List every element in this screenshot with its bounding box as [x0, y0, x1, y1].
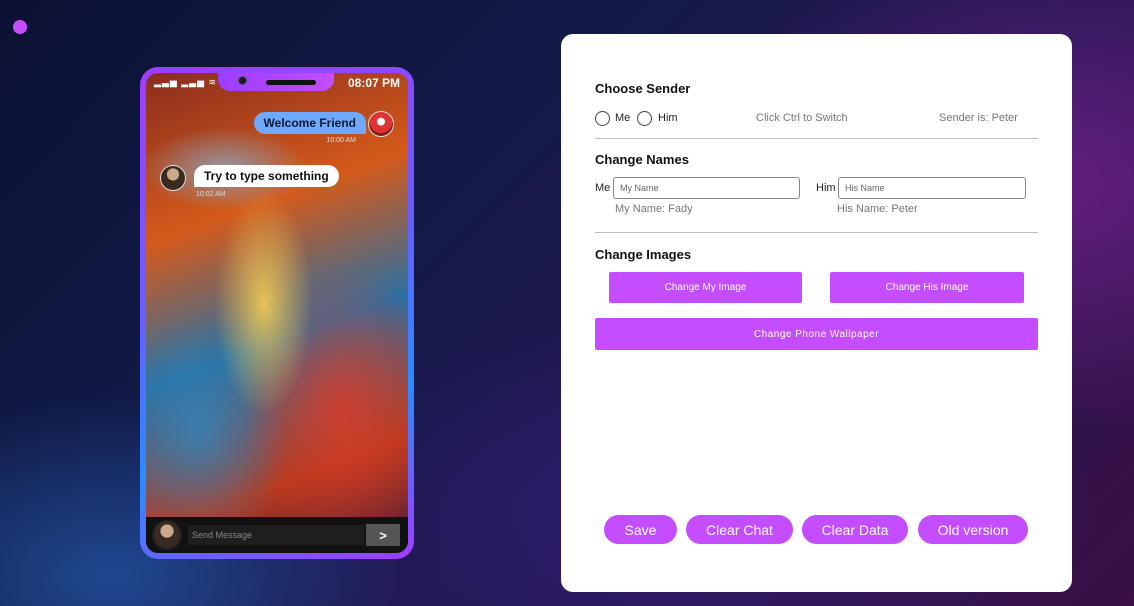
- his-name-input[interactable]: [838, 177, 1026, 199]
- sender-avatar[interactable]: [152, 520, 182, 550]
- my-avatar: [368, 111, 394, 137]
- signal-wifi-icon: ▂▃▅ ▂▃▅ ≋: [154, 77, 218, 87]
- message-time: 10:00 AM: [326, 137, 356, 144]
- divider: [595, 138, 1038, 139]
- change-images-title: Change Images: [595, 247, 692, 262]
- save-button[interactable]: Save: [604, 515, 677, 544]
- old-version-button[interactable]: Old version: [918, 515, 1028, 544]
- message-bubble: Welcome Friend: [253, 112, 366, 134]
- speaker-icon: [266, 80, 316, 85]
- radio-me[interactable]: [595, 111, 610, 126]
- send-message-input[interactable]: [188, 525, 364, 545]
- change-his-image-button[interactable]: Change His Image: [830, 272, 1024, 303]
- current-sender: Sender is: Peter: [939, 112, 1018, 124]
- send-button[interactable]: >: [366, 524, 400, 546]
- change-my-image-button[interactable]: Change My Image: [609, 272, 802, 303]
- change-names-title: Change Names: [595, 152, 689, 167]
- clear-data-button[interactable]: Clear Data: [802, 515, 908, 544]
- radio-me-label: Me: [615, 112, 631, 124]
- message-him: Try to type something: [194, 165, 339, 187]
- message-time: 10:02 AM: [196, 191, 226, 198]
- my-name-current: My Name: Fady: [615, 203, 693, 215]
- switch-hint: Click Ctrl to Switch: [756, 112, 848, 124]
- camera-icon: [238, 76, 247, 85]
- divider: [595, 232, 1038, 233]
- message-me: Welcome Friend: [253, 112, 366, 134]
- phone-screen: ▂▃▅ ▂▃▅ ≋ 08:07 PM Welcome Friend 10:00 …: [146, 73, 408, 553]
- status-time: 08:07 PM: [347, 76, 400, 90]
- corner-dot: [13, 20, 27, 34]
- his-avatar: [160, 165, 186, 191]
- clear-chat-button[interactable]: Clear Chat: [686, 515, 793, 544]
- me-name-label: Me: [595, 182, 611, 194]
- settings-panel: Choose Sender Me Him Click Ctrl to Switc…: [561, 34, 1072, 592]
- him-name-label: Him: [816, 182, 836, 194]
- message-input-bar: >: [146, 517, 408, 553]
- change-wallpaper-button[interactable]: Change Phone Wallpaper: [595, 318, 1038, 350]
- phone-preview: ▂▃▅ ▂▃▅ ≋ 08:07 PM Welcome Friend 10:00 …: [140, 67, 414, 559]
- phone-notch: [218, 73, 334, 91]
- radio-him[interactable]: [637, 111, 652, 126]
- his-name-current: His Name: Peter: [837, 203, 918, 215]
- message-bubble: Try to type something: [194, 165, 339, 187]
- choose-sender-title: Choose Sender: [595, 81, 691, 96]
- my-name-input[interactable]: [613, 177, 800, 199]
- radio-him-label: Him: [658, 112, 678, 124]
